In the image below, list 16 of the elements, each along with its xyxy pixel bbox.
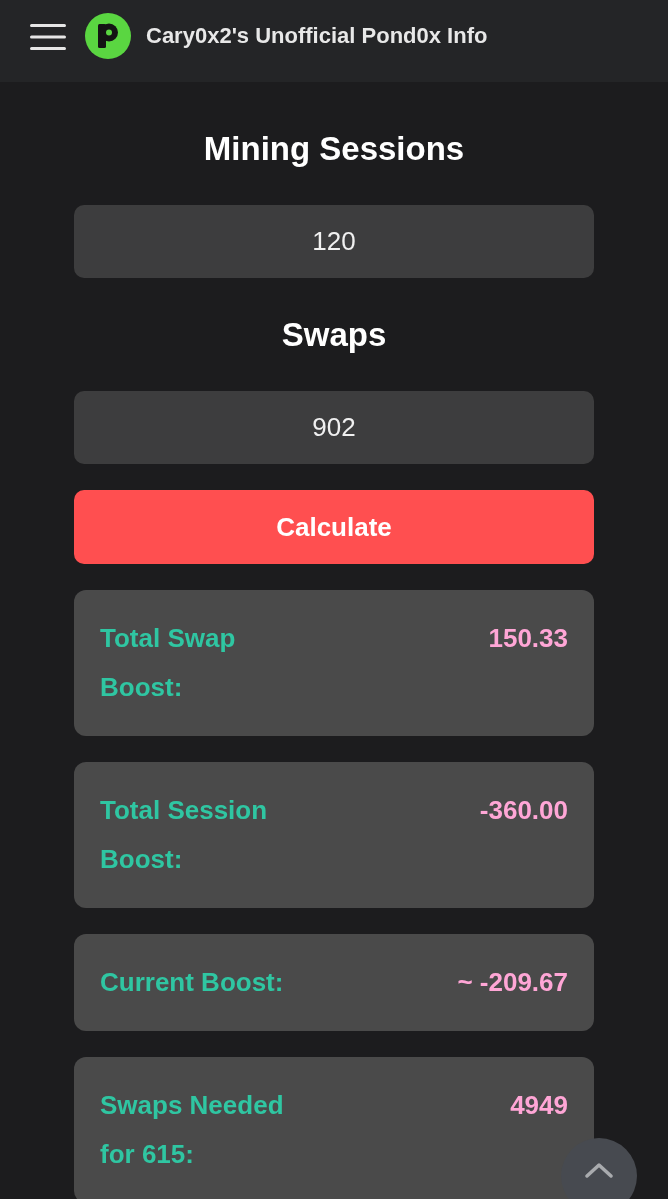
menu-icon[interactable] — [30, 24, 66, 50]
result-label: Total Swap Boost: — [100, 622, 237, 704]
number-field[interactable]: 902 — [74, 391, 594, 464]
result-label: Current Boost: — [100, 966, 285, 999]
site-title[interactable]: Cary0x2's Unofficial Pond0x Info — [146, 23, 488, 49]
result-label: Total Session Boost: — [100, 794, 269, 876]
logo-icon[interactable] — [85, 13, 131, 59]
field-label: Mining Sessions — [202, 129, 466, 169]
result-value: -360.00 — [479, 794, 568, 827]
result-value: ~ -209.67 — [457, 966, 568, 999]
chevron-up-icon — [585, 1162, 613, 1178]
result-label: Swaps Needed for 615: — [100, 1089, 285, 1171]
field-label: Swaps — [280, 315, 388, 355]
result-value: 4949 — [510, 1089, 568, 1122]
number-field[interactable]: 120 — [74, 205, 594, 278]
result-value: 150.33 — [488, 622, 568, 655]
